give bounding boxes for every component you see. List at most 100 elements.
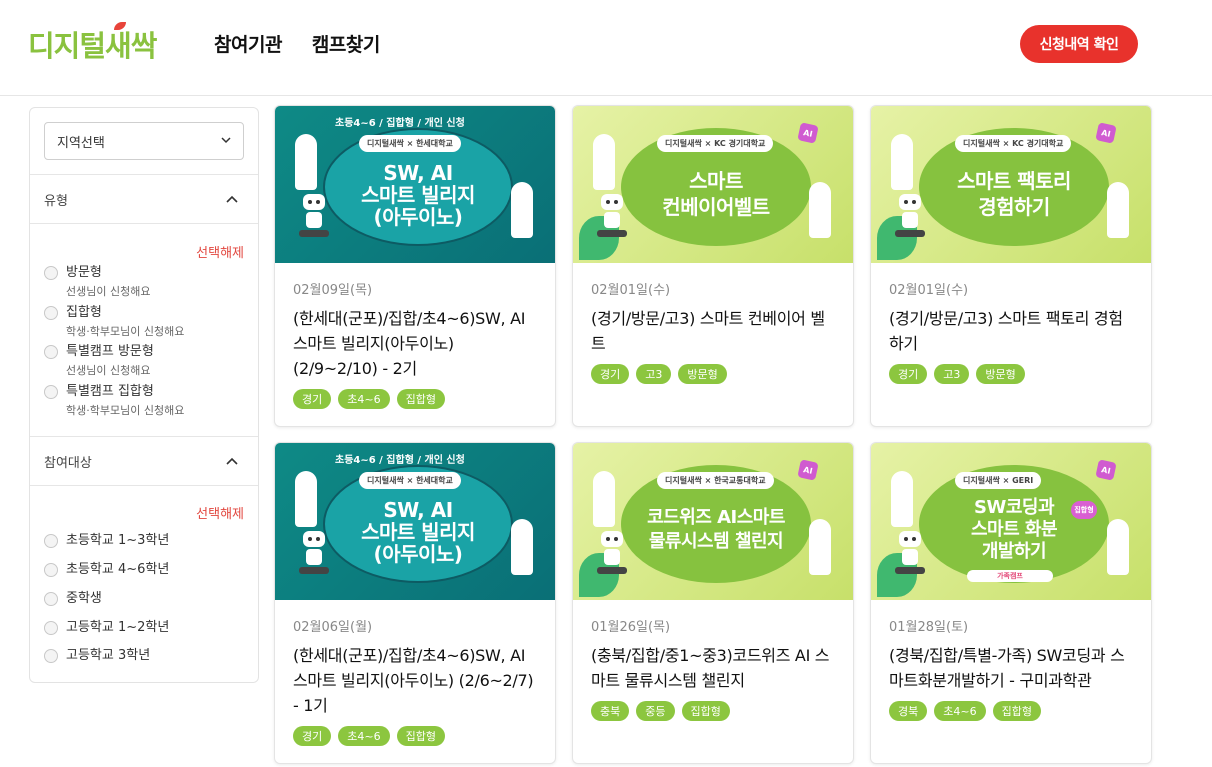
type-section-header[interactable]: 유형: [30, 174, 258, 224]
thumbnail-brand: 디지털새싹 × 한세대학교: [359, 135, 461, 152]
tag-type: 집합형: [396, 389, 445, 409]
target-option[interactable]: 중학생: [44, 590, 102, 608]
camp-date: 02월09일(목): [293, 283, 373, 298]
thumbnail-brand: 디지털새싹 × 한국교통대학교: [657, 472, 774, 489]
camp-tags: 경기 초4~6 집합형: [293, 389, 537, 409]
target-section-header[interactable]: 참여대상: [30, 436, 258, 486]
target-option[interactable]: 고등학교 1~2학년: [44, 619, 169, 637]
tag-type: 방문형: [976, 364, 1025, 384]
thumbnail-title-line: SW, AI: [383, 498, 453, 522]
person-illustration: [1107, 519, 1129, 575]
camp-card[interactable]: 초등4~6 / 집합형 / 개인 신청 디지털새싹 × 한세대학교 SW, AI…: [274, 105, 556, 427]
camp-tags: 경기 고3 방문형: [889, 364, 1133, 384]
camp-title[interactable]: (한세대(군포)/집합/초4~6)SW, AI 스마트 빌리지(아두이노) (2…: [293, 643, 537, 718]
thumbnail-brand: 디지털새싹 × KC 경기대학교: [955, 135, 1072, 152]
camp-date: 01월28일(토): [889, 620, 969, 635]
person-illustration: [809, 519, 831, 575]
ai-badge-icon: AI: [1095, 122, 1117, 144]
camp-thumbnail: 초등4~6 / 집합형 / 개인 신청 디지털새싹 × 한세대학교 SW, AI…: [275, 106, 555, 263]
thumbnail-title-line: 스마트 빌리지: [361, 183, 475, 207]
logo-text-part1: 디지털: [28, 29, 106, 63]
robot-icon: [299, 194, 329, 237]
thumbnail-title-line: 코드위즈 AI스마트: [647, 507, 785, 528]
apply-history-button[interactable]: 신청내역 확인: [1020, 25, 1138, 63]
option-label: 방문형: [66, 265, 102, 280]
target-option[interactable]: 고등학교 3학년: [44, 647, 150, 665]
type-option-gathering[interactable]: 집합형 학생·학부모님이 신청해요: [44, 304, 184, 340]
option-label: 고등학교 3학년: [66, 648, 151, 663]
tag-grade: 초4~6: [338, 389, 390, 409]
tag-grade: 중등: [636, 701, 675, 721]
person-illustration: [891, 471, 913, 527]
option-subtext: 선생님이 신청해요: [66, 285, 151, 298]
person-illustration: [511, 182, 533, 238]
thumbnail-brand: 디지털새싹 × 한세대학교: [359, 472, 461, 489]
ai-badge-icon: AI: [797, 122, 819, 144]
type-clear-link[interactable]: 선택해제: [196, 242, 244, 261]
camp-title[interactable]: (한세대(군포)/집합/초4~6)SW, AI 스마트 빌리지(아두이노) (2…: [293, 306, 537, 381]
camp-date: 02월01일(수): [889, 283, 969, 298]
camp-thumbnail: 디지털새싹 × KC 경기대학교 스마트 팩토리 경험하기 AI: [871, 106, 1151, 263]
camp-title[interactable]: (경북/집합/특별-가족) SW코딩과 스마트화분개발하기 - 구미과학관: [889, 643, 1133, 693]
tag-region: 경기: [591, 364, 630, 384]
thumbnail-title-line: (아두이노): [373, 542, 463, 566]
camp-card[interactable]: 디지털새싹 × 한국교통대학교 코드위즈 AI스마트 물류시스템 챌린지 AI …: [572, 442, 854, 764]
chevron-up-icon: [226, 457, 238, 465]
target-section-title: 참여대상: [44, 455, 92, 471]
target-option[interactable]: 초등학교 4~6학년: [44, 561, 169, 579]
camp-card[interactable]: 디지털새싹 × KC 경기대학교 스마트 컨베이어벨트 AI 02월01일(수)…: [572, 105, 854, 427]
thumbnail-title-line: 컨베이어벨트: [662, 195, 770, 219]
tag-type: 집합형: [681, 701, 730, 721]
camp-title[interactable]: (경기/방문/고3) 스마트 컨베이어 벨트: [591, 306, 835, 356]
target-option[interactable]: 초등학교 1~3학년: [44, 532, 169, 550]
option-label: 중학생: [66, 591, 102, 606]
region-select-value: 지역선택: [57, 135, 105, 151]
thumbnail-topline: 초등4~6 / 집합형 / 개인 신청: [335, 118, 465, 129]
camp-thumbnail: 초등4~6 / 집합형 / 개인 신청 디지털새싹 × 한세대학교 SW, AI…: [275, 443, 555, 600]
camp-thumbnail: 디지털새싹 × KC 경기대학교 스마트 컨베이어벨트 AI: [573, 106, 853, 263]
type-option-visit[interactable]: 방문형선생님이 신청해요: [44, 264, 150, 300]
thumbnail-brand: 디지털새싹 × GERI: [955, 472, 1042, 489]
tag-region: 경기: [293, 726, 332, 746]
camp-card[interactable]: 디지털새싹 × GERI 집합형 SW코딩과 스마트 화분 개발하기 가족캠프 …: [870, 442, 1152, 764]
robot-icon: [895, 531, 925, 574]
camp-date: 01월26일(목): [591, 620, 671, 635]
thumbnail-title-line: SW코딩과: [974, 497, 1055, 518]
type-option-special-visit[interactable]: 특별캠프 방문형 선생님이 신청해요: [44, 343, 154, 379]
radio-button[interactable]: [44, 385, 58, 399]
camp-card[interactable]: 초등4~6 / 집합형 / 개인 신청 디지털새싹 × 한세대학교 SW, AI…: [274, 442, 556, 764]
thumbnail-brand: 디지털새싹 × KC 경기대학교: [657, 135, 774, 152]
ai-badge-icon: AI: [1095, 459, 1117, 481]
camp-card[interactable]: 디지털새싹 × KC 경기대학교 스마트 팩토리 경험하기 AI 02월01일(…: [870, 105, 1152, 427]
radio-button[interactable]: [44, 306, 58, 320]
camp-tags: 경북 초4~6 집합형: [889, 701, 1133, 721]
radio-button[interactable]: [44, 563, 58, 577]
radio-button[interactable]: [44, 649, 58, 663]
camp-title[interactable]: (충북/집합/중1~중3)코드위즈 AI 스마트 물류시스템 챌린지: [591, 643, 835, 693]
tag-grade: 초4~6: [934, 701, 986, 721]
person-illustration: [295, 134, 317, 190]
radio-button[interactable]: [44, 534, 58, 548]
option-subtext: 학생·학부모님이 신청해요: [66, 404, 185, 417]
type-option-special-gathering[interactable]: 특별캠프 집합형학생·학부모님이 신청해요: [44, 383, 184, 419]
radio-button[interactable]: [44, 592, 58, 606]
camp-title[interactable]: (경기/방문/고3) 스마트 팩토리 경험하기: [889, 306, 1133, 356]
thumbnail-title-line: (아두이노): [373, 205, 463, 229]
radio-button[interactable]: [44, 266, 58, 280]
nav-item-find-camp[interactable]: 캠프찾기: [312, 30, 380, 57]
target-clear-link[interactable]: 선택해제: [196, 503, 244, 522]
option-label: 특별캠프 집합형: [66, 384, 154, 399]
radio-button[interactable]: [44, 621, 58, 635]
region-select[interactable]: 지역선택: [44, 122, 244, 160]
nav-item-institutions[interactable]: 참여기관: [214, 30, 282, 57]
site-header: 디지털 새싹 참여기관 캠프찾기 신청내역 확인: [0, 0, 1212, 96]
thumbnail-title-line: 개발하기: [981, 541, 1047, 562]
camp-tags: 경기 초4~6 집합형: [293, 726, 537, 746]
option-label: 초등학교 4~6학년: [66, 562, 170, 577]
tag-grade: 고3: [636, 364, 672, 384]
option-subtext: 선생님이 신청해요: [66, 364, 151, 377]
site-logo[interactable]: 디지털 새싹: [28, 22, 157, 66]
radio-button[interactable]: [44, 345, 58, 359]
main-nav: 참여기관 캠프찾기: [214, 30, 380, 57]
tag-type: 방문형: [678, 364, 727, 384]
